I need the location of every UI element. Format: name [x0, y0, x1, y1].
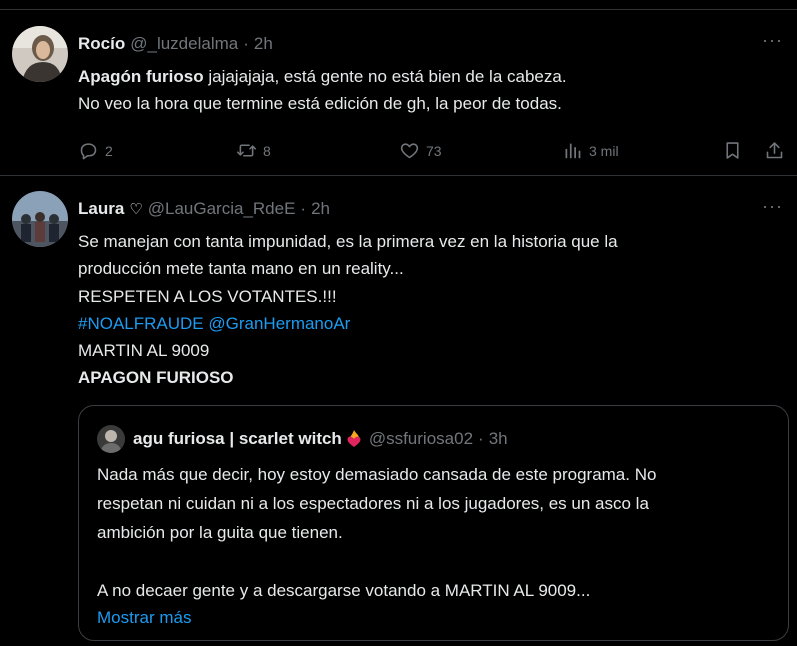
quoted-text-line: Nada más que decir, hoy estoy demasiado …: [97, 465, 657, 484]
tweet-text-line: Se manejan con tanta impunidad, es la pr…: [78, 232, 618, 251]
retweet-button[interactable]: 8: [236, 140, 271, 161]
quoted-text-line: respetan ni cuidan ni a los espectadores…: [97, 494, 649, 513]
retweet-icon: [236, 144, 257, 157]
heart-icon: [400, 143, 419, 159]
tweet-text-bold: Apagón furioso: [78, 67, 204, 86]
quoted-timestamp[interactable]: 3h: [489, 429, 508, 449]
tweet-text-line: APAGON FURIOSO: [78, 368, 234, 388]
timestamp[interactable]: 2h: [311, 199, 330, 219]
tweet-text-line: Apagón furioso jajajajaja, está gente no…: [78, 63, 567, 90]
quoted-author-handle[interactable]: @ssfuriosa02: [369, 429, 473, 449]
heart-on-fire-emoji: [344, 429, 364, 449]
avatar[interactable]: [12, 26, 68, 82]
quoted-text-line: A no decaer gente y a descargarse votand…: [97, 581, 591, 600]
author-handle[interactable]: @_luzdelalma: [130, 34, 238, 54]
tweet-rocio[interactable]: Rocío @_luzdelalma · 2h ··· Apagón furio…: [0, 10, 797, 165]
author-handle[interactable]: @LauGarcia_RdeE: [148, 199, 296, 219]
more-options-button[interactable]: ···: [762, 196, 783, 217]
retweet-count: 8: [263, 142, 271, 159]
separator-dot: ·: [300, 199, 307, 218]
bookmark-icon: [726, 142, 739, 159]
quoted-tweet-header: agu furiosa | scarlet witch @ssfuriosa02…: [133, 429, 508, 449]
separator-dot: ·: [478, 429, 484, 448]
separator-dot: ·: [243, 34, 249, 53]
like-count: 73: [426, 142, 442, 159]
tweet-header: Laura ♡ @LauGarcia_RdeE · 2h: [78, 199, 330, 219]
bookmark-button[interactable]: [722, 140, 743, 161]
tweet-text-line: RESPETEN A LOS VOTANTES.!!!: [78, 286, 337, 306]
reply-count: 2: [105, 142, 113, 159]
quoted-avatar[interactable]: [97, 425, 125, 453]
reply-icon: [80, 143, 97, 160]
tweet-text-rest: jajajajaja, está gente no está bien de l…: [203, 67, 567, 86]
timestamp[interactable]: 2h: [254, 34, 273, 54]
quoted-author-name[interactable]: agu furiosa | scarlet witch: [133, 429, 342, 449]
more-options-button[interactable]: ···: [762, 30, 783, 51]
reply-button[interactable]: 2: [78, 140, 113, 161]
like-button[interactable]: 73: [399, 140, 442, 161]
action-bar: 2 8 73 3 mil: [78, 140, 797, 170]
tweet-text: Se manejan con tanta impunidad, es la pr…: [78, 228, 618, 392]
mention-link[interactable]: @GranHermanoAr: [208, 314, 350, 333]
show-more-link[interactable]: Mostrar más: [97, 605, 656, 630]
tweet-text-line: #NOALFRAUDE @GranHermanoAr: [78, 310, 618, 337]
hashtag-link[interactable]: #NOALFRAUDE: [78, 314, 204, 333]
quoted-tweet-text: Nada más que decir, hoy estoy demasiado …: [97, 460, 656, 630]
views-count: 3 mil: [589, 142, 619, 159]
heart-outline-icon: ♡: [129, 201, 143, 218]
views-bar-chart-icon: [565, 143, 581, 159]
views-button[interactable]: 3 mil: [562, 140, 619, 161]
tweet-text-line: MARTIN AL 9009: [78, 341, 210, 361]
share-button[interactable]: [764, 140, 785, 161]
quoted-text-line: ambición por la guita que tienen.: [97, 523, 343, 542]
quoted-tweet[interactable]: agu furiosa | scarlet witch @ssfuriosa02…: [78, 405, 789, 641]
previous-tweet-edge: [0, 0, 797, 10]
avatar[interactable]: [12, 191, 68, 247]
tweet-header: Rocío @_luzdelalma · 2h: [78, 34, 273, 54]
author-name[interactable]: Rocío: [78, 34, 125, 54]
tweet-text-line: No veo la hora que termine está edición …: [78, 94, 562, 113]
tweet-text: Apagón furioso jajajajaja, está gente no…: [78, 63, 567, 117]
share-icon: [766, 142, 783, 159]
tweet-text-line: producción mete tanta mano en un reality…: [78, 259, 404, 279]
author-name[interactable]: Laura: [78, 199, 124, 219]
